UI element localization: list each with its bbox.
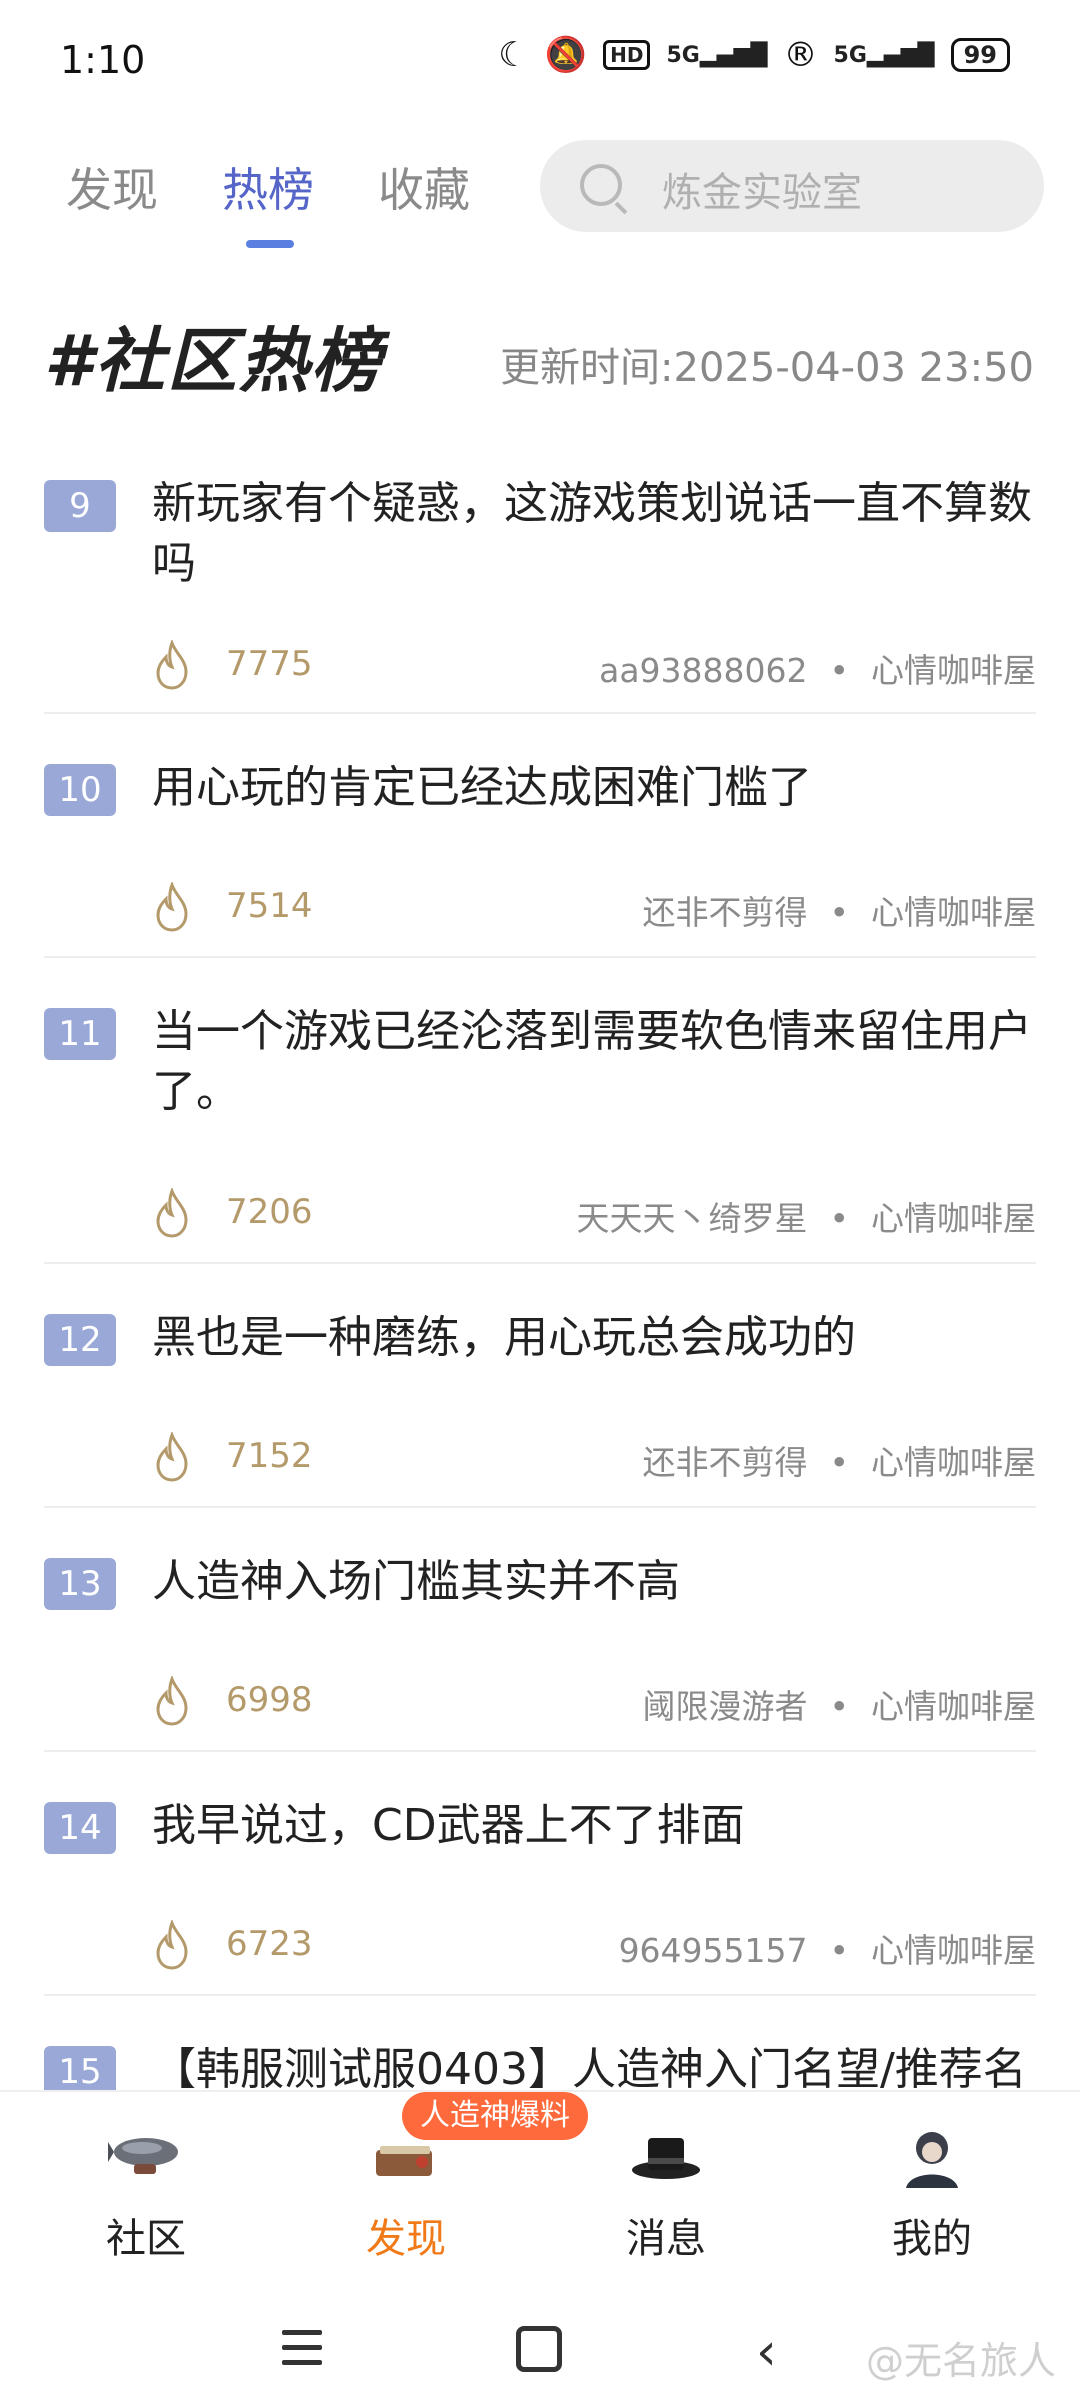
update-time: 更新时间:2025-04-03 23:50 [500,345,1034,391]
promo-badge[interactable]: 人造神爆料 [402,2092,588,2140]
board[interactable]: 心情咖啡屋 [871,1687,1036,1726]
flame-icon [156,1676,188,1726]
rank-header: #社区热榜 更新时间:2025-04-03 23:50 [44,305,1044,402]
hot-list: 9 新玩家有个疑惑，这游戏策划说话一直不算数吗 7775 aa93888062 •… [44,470,1036,2116]
signal-icon: 5G▂▄▆█ [666,42,768,68]
search-icon [580,164,622,206]
author[interactable]: 964955157 [619,1931,808,1970]
item-title[interactable]: 我早说过，CD武器上不了排面 [152,1796,1042,1856]
item-meta: 7206 天天天丶绮罗星 • 心情咖啡屋 [152,1188,1036,1238]
nav-discover[interactable]: 发现 [326,2122,486,2264]
heat-count: 7152 [226,1436,313,1476]
back-icon[interactable]: ‹ [756,2322,777,2382]
heat-count: 7206 [226,1192,313,1232]
rank-badge: 12 [44,1314,116,1366]
flame-icon [156,1188,188,1238]
home-icon[interactable] [516,2326,562,2372]
list-item[interactable]: 9 新玩家有个疑惑，这游戏策划说话一直不算数吗 7775 aa93888062 •… [44,470,1036,714]
item-source: 还非不剪得 • 心情咖啡屋 [642,1443,1036,1482]
item-title[interactable]: 黑也是一种磨练，用心玩总会成功的 [152,1308,1042,1368]
item-meta: 6998 阈限漫游者 • 心情咖啡屋 [152,1676,1036,1726]
item-meta: 7514 还非不剪得 • 心情咖啡屋 [152,882,1036,932]
tab-favorites[interactable]: 收藏 [378,154,470,220]
author[interactable]: 天天天丶绮罗星 [577,1199,808,1238]
item-source: 还非不剪得 • 心情咖啡屋 [642,893,1036,932]
list-item[interactable]: 13 人造神入场门槛其实并不高 6998 阈限漫游者 • 心情咖啡屋 [44,1508,1036,1752]
top-hat-icon [632,2138,700,2179]
page-title: #社区热榜 [44,320,383,402]
tab-hot-list[interactable]: 热榜 [222,154,314,220]
heat-count: 7775 [226,644,313,684]
status-bar: 1:10 ☾ 🔕 HD 5G▂▄▆█ ® 5G▂▄▆█ 99 [0,0,1080,120]
nav-label: 发现 [366,2216,446,2262]
rank-badge: 11 [44,1008,116,1060]
list-item[interactable]: 12 黑也是一种磨练，用心玩总会成功的 7152 还非不剪得 • 心情咖啡屋 [44,1264,1036,1508]
item-title[interactable]: 用心玩的肯定已经达成困难门槛了 [152,758,1042,818]
heat-count: 7514 [226,886,313,926]
moon-icon: ☾ [498,35,529,75]
list-item[interactable]: 11 当一个游戏已经沦落到需要软色情来留住用户了。 7206 天天天丶绮罗星 • 心… [44,958,1036,1264]
watermark: @无名旅人 [865,2339,1056,2383]
item-source: 阈限漫游者 • 心情咖啡屋 [642,1687,1036,1726]
item-meta: 7152 还非不剪得 • 心情咖啡屋 [152,1432,1036,1482]
item-title[interactable]: 新玩家有个疑惑，这游戏策划说话一直不算数吗 [152,474,1042,594]
nav-community[interactable]: 社区 [66,2122,226,2264]
status-icons: ☾ 🔕 HD 5G▂▄▆█ ® 5G▂▄▆█ 99 [498,38,1010,72]
item-meta: 7775 aa93888062 • 心情咖啡屋 [152,640,1036,690]
flame-icon [156,882,188,932]
menu-icon[interactable] [282,2330,322,2375]
board[interactable]: 心情咖啡屋 [871,1199,1036,1238]
airship-icon [108,2138,178,2174]
status-time: 1:10 [60,38,146,82]
rank-badge: 10 [44,764,116,816]
flame-icon [156,1920,188,1970]
heat-count: 6998 [226,1680,313,1720]
item-source: aa93888062 • 心情咖啡屋 [599,651,1036,690]
search-input[interactable]: 炼金实验室 [540,140,1044,232]
item-source: 964955157 • 心情咖啡屋 [618,1931,1036,1970]
list-item[interactable]: 10 用心玩的肯定已经达成困难门槛了 7514 还非不剪得 • 心情咖啡屋 [44,714,1036,958]
heat-count: 6723 [226,1924,313,1964]
search-placeholder: 炼金实验室 [662,170,862,216]
system-nav-bar: ‹ @无名旅人 [0,2290,1080,2400]
author[interactable]: aa93888062 [599,651,807,690]
author[interactable]: 还非不剪得 [643,1443,808,1482]
tab-discover[interactable]: 发现 [66,154,158,220]
nav-label: 消息 [626,2216,706,2262]
author[interactable]: 阈限漫游者 [643,1687,808,1726]
list-item[interactable]: 14 我早说过，CD武器上不了排面 6723 964955157 • 心情咖啡屋 [44,1752,1036,1996]
active-tab-indicator [246,240,294,248]
nav-label: 我的 [892,2216,972,2262]
board[interactable]: 心情咖啡屋 [871,893,1036,932]
hd-icon: HD [603,40,651,70]
rank-badge: 13 [44,1558,116,1610]
board[interactable]: 心情咖啡屋 [871,1443,1036,1482]
board[interactable]: 心情咖啡屋 [871,1931,1036,1970]
nav-mine[interactable]: 我的 [852,2122,1012,2264]
flame-icon [156,1432,188,1482]
avatar-icon [906,2132,958,2188]
nav-messages[interactable]: 消息 [586,2122,746,2264]
item-title[interactable]: 人造神入场门槛其实并不高 [152,1552,1042,1612]
item-meta: 6723 964955157 • 心情咖啡屋 [152,1920,1036,1970]
board[interactable]: 心情咖啡屋 [871,651,1036,690]
battery-icon: 99 [950,38,1010,72]
flame-icon [156,640,188,690]
rank-badge: 14 [44,1802,116,1854]
registered-icon: ® [783,35,818,75]
item-source: 天天天丶绮罗星 • 心情咖啡屋 [576,1199,1036,1238]
signal-icon-2: 5G▂▄▆█ [833,42,935,68]
nav-label: 社区 [106,2216,186,2262]
author[interactable]: 还非不剪得 [643,893,808,932]
item-title[interactable]: 当一个游戏已经沦落到需要软色情来留住用户了。 [152,1002,1042,1122]
rank-badge: 9 [44,480,116,532]
top-nav: 发现 热榜 收藏 炼金实验室 [0,130,1080,250]
bell-off-icon: 🔕 [544,35,588,75]
